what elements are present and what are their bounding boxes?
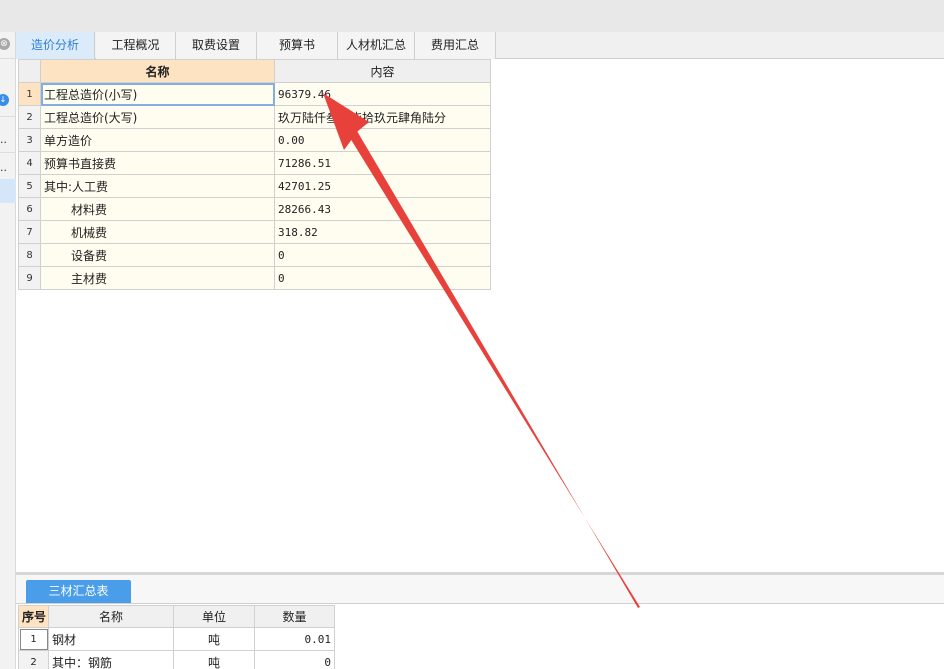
row-value-cell[interactable]: 0 xyxy=(274,266,491,290)
row-name-cell[interactable]: 单方造价 xyxy=(40,128,275,152)
row-number: 5 xyxy=(18,174,41,198)
row-number: 2 xyxy=(18,650,49,669)
divider xyxy=(0,116,16,117)
table-header-row: 序号 名称 单位 数量 xyxy=(18,605,335,628)
material-name-cell[interactable]: 钢材 xyxy=(48,627,174,651)
table-row[interactable]: 1 工程总造价(小写) 96379.46 xyxy=(18,82,491,106)
row-value-cell[interactable]: 96379.46 xyxy=(274,82,491,106)
table-row[interactable]: 1 钢材 吨 0.01 xyxy=(18,627,335,651)
table-row[interactable]: 3 单方造价 0.00 xyxy=(18,128,491,152)
table-row[interactable]: 4 预算书直接费 71286.51 xyxy=(18,151,491,175)
table-row[interactable]: 6 材料费 28266.43 xyxy=(18,197,491,221)
tab-project-overview[interactable]: 工程概况 xyxy=(96,32,176,59)
row-name-cell[interactable]: 其中:人工费 xyxy=(40,174,275,198)
corner-cell xyxy=(18,59,41,83)
column-header-name[interactable]: 名称 xyxy=(40,59,275,83)
window-title-bar xyxy=(0,0,944,32)
unit-cell[interactable]: 吨 xyxy=(173,650,255,669)
bottom-tab-bar: 三材汇总表 xyxy=(16,575,944,604)
row-number: 7 xyxy=(18,220,41,244)
row-value-cell[interactable]: 318.82 xyxy=(274,220,491,244)
tab-bar: 造价分析 工程概况 取费设置 预算书 人材机汇总 费用汇总 xyxy=(16,32,944,59)
row-name-cell[interactable]: 工程总造价(大写) xyxy=(40,105,275,129)
row-number: 3 xyxy=(18,128,41,152)
tab-cost-analysis[interactable]: 造价分析 xyxy=(16,32,95,59)
table-row[interactable]: 8 设备费 0 xyxy=(18,243,491,267)
tab-fee-settings[interactable]: 取费设置 xyxy=(176,32,257,59)
cost-analysis-table: 名称 内容 1 工程总造价(小写) 96379.46 2 工程总造价(大写) 玖… xyxy=(18,59,491,290)
row-number: 1 xyxy=(18,627,49,651)
row-number: 4 xyxy=(18,151,41,175)
left-collapsed-panel: ⊗ ↓ .. .. xyxy=(0,32,16,669)
divider xyxy=(0,152,16,153)
row-name-cell[interactable]: 主材费 xyxy=(40,266,275,290)
more-dots-icon[interactable]: .. xyxy=(0,162,10,173)
quantity-cell[interactable]: 0.01 xyxy=(254,627,335,651)
more-dots-icon[interactable]: .. xyxy=(0,134,10,145)
table-row[interactable]: 2 其中：钢筋 吨 0 xyxy=(18,650,335,669)
column-header-content[interactable]: 内容 xyxy=(274,59,491,83)
tab-three-materials-summary[interactable]: 三材汇总表 xyxy=(26,580,131,603)
divider xyxy=(0,58,16,59)
column-header-seq[interactable]: 序号 xyxy=(18,605,49,628)
row-number: 8 xyxy=(18,243,41,267)
row-name-cell[interactable]: 机械费 xyxy=(40,220,275,244)
tab-budget-book[interactable]: 预算书 xyxy=(257,32,338,59)
table-header-row: 名称 内容 xyxy=(18,59,491,83)
table-row[interactable]: 9 主材费 0 xyxy=(18,266,491,290)
quantity-cell[interactable]: 0 xyxy=(254,650,335,669)
material-name-cell[interactable]: 其中：钢筋 xyxy=(48,650,174,669)
row-value-cell[interactable]: 42701.25 xyxy=(274,174,491,198)
row-name-cell[interactable]: 工程总造价(小写) xyxy=(40,82,275,106)
row-number: 1 xyxy=(18,82,41,106)
tree-item-selected[interactable] xyxy=(0,179,16,203)
download-icon[interactable]: ↓ xyxy=(0,94,9,106)
table-row[interactable]: 5 其中:人工费 42701.25 xyxy=(18,174,491,198)
row-name-cell[interactable]: 预算书直接费 xyxy=(40,151,275,175)
tab-cost-summary[interactable]: 费用汇总 xyxy=(415,32,496,59)
close-icon[interactable]: ⊗ xyxy=(0,38,10,50)
column-header-quantity[interactable]: 数量 xyxy=(254,605,335,628)
row-value-cell[interactable]: 71286.51 xyxy=(274,151,491,175)
column-header-unit[interactable]: 单位 xyxy=(173,605,255,628)
row-value-cell[interactable]: 28266.43 xyxy=(274,197,491,221)
table-row[interactable]: 2 工程总造价(大写) 玖万陆仟叁佰柒拾玖元肆角陆分 xyxy=(18,105,491,129)
row-value-cell[interactable]: 玖万陆仟叁佰柒拾玖元肆角陆分 xyxy=(274,105,491,129)
row-value-cell[interactable]: 0.00 xyxy=(274,128,491,152)
row-name-cell[interactable]: 设备费 xyxy=(40,243,275,267)
row-number: 2 xyxy=(18,105,41,129)
row-number: 9 xyxy=(18,266,41,290)
row-value-cell[interactable]: 0 xyxy=(274,243,491,267)
column-header-name[interactable]: 名称 xyxy=(48,605,174,628)
table-row[interactable]: 7 机械费 318.82 xyxy=(18,220,491,244)
row-number: 6 xyxy=(18,197,41,221)
unit-cell[interactable]: 吨 xyxy=(173,627,255,651)
three-materials-table: 序号 名称 单位 数量 1 钢材 吨 0.01 2 其中：钢筋 吨 0 xyxy=(18,605,335,669)
row-name-cell[interactable]: 材料费 xyxy=(40,197,275,221)
tab-labor-material-machine-summary[interactable]: 人材机汇总 xyxy=(338,32,415,59)
